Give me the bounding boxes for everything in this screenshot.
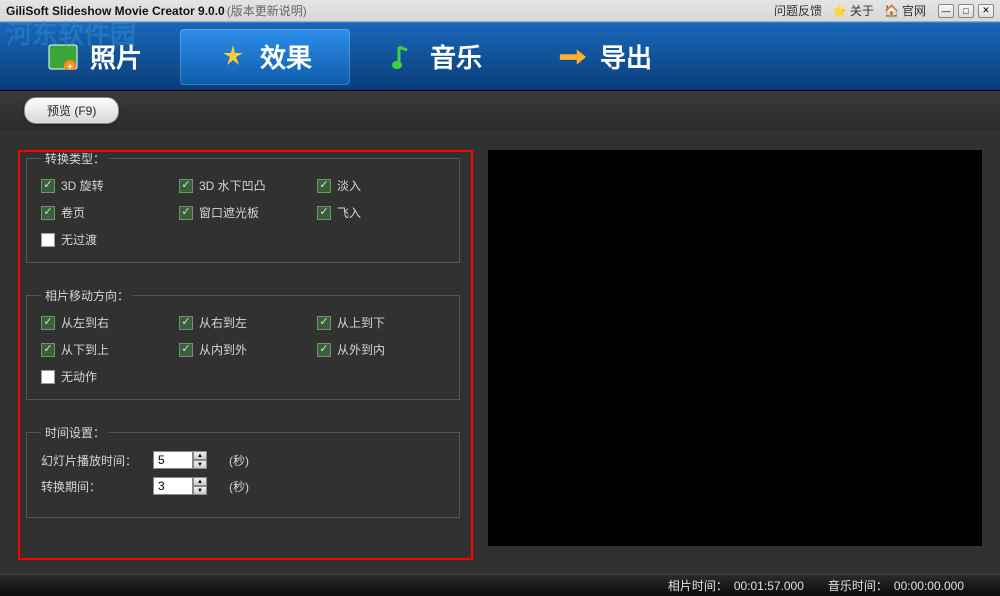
checkbox-r2l[interactable] <box>179 316 193 330</box>
home-icon: 🏠 <box>884 4 899 18</box>
tab-export[interactable]: 导出 <box>520 29 690 85</box>
timing-legend: 时间设置： <box>41 424 109 441</box>
checkbox-notransition[interactable] <box>41 233 55 247</box>
svg-text:+: + <box>67 62 73 70</box>
app-subtitle[interactable]: (版本更新说明) <box>227 2 307 19</box>
content-area: 转换类型： 3D 旋转 3D 水下凹凸 淡入 卷页 窗口遮光板 飞入 无过渡 相… <box>0 130 1000 574</box>
trans-time-up[interactable]: ▲ <box>193 477 207 486</box>
title-bar: GiliSoft Slideshow Movie Creator 9.0.0 (… <box>0 0 1000 22</box>
maximize-button[interactable]: □ <box>958 4 974 18</box>
photo-icon: + <box>48 42 78 72</box>
checkbox-fadein[interactable] <box>317 179 331 193</box>
checkbox-b2t[interactable] <box>41 343 55 357</box>
checkbox-o2i[interactable] <box>317 343 331 357</box>
music-icon <box>388 42 418 72</box>
checkbox-t2b[interactable] <box>317 316 331 330</box>
checkbox-nomove[interactable] <box>41 370 55 384</box>
timing-group: 时间设置： 幻灯片播放时间： ▲ ▼ (秒) 转换期间： ▲ <box>26 424 460 518</box>
status-bar: 相片时间： 00:01:57.000 音乐时间： 00:00:00.000 <box>0 574 1000 596</box>
trans-time-label: 转换期间： <box>41 478 137 495</box>
checkbox-windowblind[interactable] <box>179 206 193 220</box>
minimize-button[interactable]: — <box>938 4 954 18</box>
movement-legend: 相片移动方向： <box>41 287 133 304</box>
nav-bar: + 照片 效果 音乐 导出 <box>0 22 1000 90</box>
trans-time-input[interactable] <box>153 477 193 495</box>
star-icon: ⭐ <box>832 4 847 18</box>
movement-group: 相片移动方向： 从左到右 从右到左 从上到下 从下到上 从内到外 从外到内 无动… <box>26 287 460 400</box>
feedback-link[interactable]: 问题反馈 <box>774 2 822 19</box>
toolbar: 预览 (F9) <box>0 90 1000 130</box>
tab-photo[interactable]: + 照片 <box>10 29 180 85</box>
slide-time-unit: (秒) <box>229 452 249 469</box>
slide-time-label: 幻灯片播放时间： <box>41 452 137 469</box>
checkbox-pageturn[interactable] <box>41 206 55 220</box>
settings-panel: 转换类型： 3D 旋转 3D 水下凹凸 淡入 卷页 窗口遮光板 飞入 无过渡 相… <box>18 150 468 564</box>
about-link[interactable]: ⭐关于 <box>832 2 874 19</box>
checkbox-flyin[interactable] <box>317 206 331 220</box>
checkbox-l2r[interactable] <box>41 316 55 330</box>
close-button[interactable]: ✕ <box>978 4 994 18</box>
trans-time-down[interactable]: ▼ <box>193 486 207 495</box>
transition-legend: 转换类型： <box>41 150 109 167</box>
checkbox-i2o[interactable] <box>179 343 193 357</box>
app-title: GiliSoft Slideshow Movie Creator 9.0.0 <box>6 4 225 18</box>
checkbox-3d-rotate[interactable] <box>41 179 55 193</box>
tab-music[interactable]: 音乐 <box>350 29 520 85</box>
tab-effect[interactable]: 效果 <box>180 29 350 85</box>
trans-time-unit: (秒) <box>229 478 249 495</box>
preview-area <box>488 150 982 546</box>
music-time-label: 音乐时间： <box>828 577 888 594</box>
photo-time-value: 00:01:57.000 <box>734 579 804 593</box>
wand-icon <box>218 42 248 72</box>
arrow-right-icon <box>558 42 588 72</box>
music-time-value: 00:00:00.000 <box>894 579 964 593</box>
homepage-link[interactable]: 🏠官网 <box>884 2 926 19</box>
preview-button[interactable]: 预览 (F9) <box>24 97 119 124</box>
slide-time-down[interactable]: ▼ <box>193 460 207 469</box>
photo-time-label: 相片时间： <box>668 577 728 594</box>
transition-group: 转换类型： 3D 旋转 3D 水下凹凸 淡入 卷页 窗口遮光板 飞入 无过渡 <box>26 150 460 263</box>
checkbox-3d-underwater[interactable] <box>179 179 193 193</box>
slide-time-input[interactable] <box>153 451 193 469</box>
slide-time-up[interactable]: ▲ <box>193 451 207 460</box>
